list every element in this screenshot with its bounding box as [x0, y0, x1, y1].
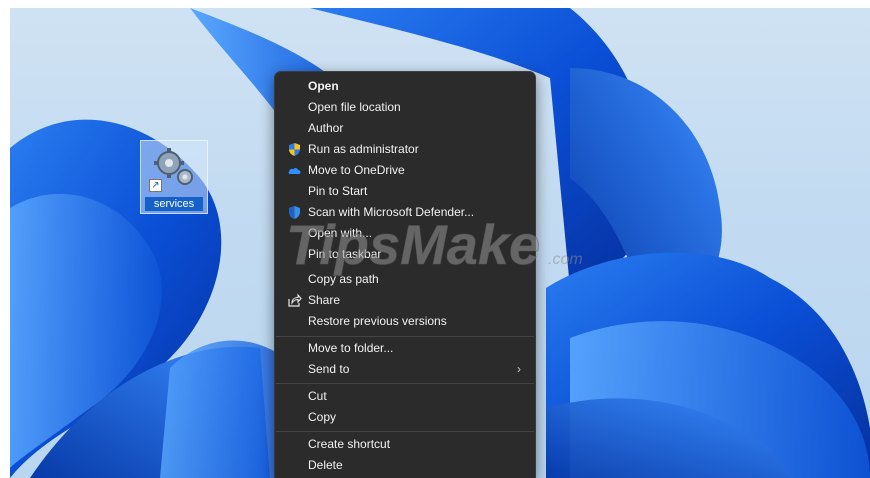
menu-item-open[interactable]: Open [281, 76, 531, 97]
menu-item-scan-with-defender[interactable]: Scan with Microsoft Defender... [281, 202, 531, 223]
menu-item-label: Copy as path [308, 272, 379, 286]
menu-item-label: Delete [308, 458, 343, 472]
context-menu: Open Open file location Author Run as ad… [274, 71, 536, 478]
menu-item-label: Pin to taskbar [308, 247, 382, 261]
menu-item-delete[interactable]: Delete [281, 455, 531, 476]
menu-item-label: Cut [308, 389, 327, 403]
menu-item-label: Open file location [308, 100, 401, 114]
chevron-right-icon: › [517, 362, 521, 376]
menu-item-label: Pin to Start [308, 184, 368, 198]
menu-item-label: Move to folder... [308, 341, 394, 355]
menu-item-label: Restore previous versions [308, 314, 447, 328]
menu-item-label: Open with... [308, 226, 373, 240]
menu-separator [276, 383, 534, 384]
menu-item-label: Open [308, 79, 339, 93]
menu-item-create-shortcut[interactable]: Create shortcut [281, 434, 531, 455]
menu-item-move-to-folder[interactable]: Move to folder... [281, 338, 531, 359]
menu-item-label: Run as administrator [308, 142, 419, 156]
menu-item-move-to-onedrive[interactable]: Move to OneDrive [281, 160, 531, 181]
menu-item-pin-to-start[interactable]: Pin to Start [281, 181, 531, 202]
menu-separator [276, 336, 534, 337]
menu-item-copy[interactable]: Copy [281, 407, 531, 428]
menu-item-cut[interactable]: Cut [281, 386, 531, 407]
menu-item-copy-as-path[interactable]: Copy as path [281, 269, 531, 290]
menu-item-label: Share [308, 293, 341, 307]
defender-shield-icon [289, 206, 300, 219]
desktop-icon-services[interactable]: ↗ services [140, 140, 208, 214]
menu-item-send-to[interactable]: Send to › [281, 359, 531, 380]
menu-item-label: Author [308, 121, 344, 135]
menu-item-label: Scan with Microsoft Defender... [308, 205, 475, 219]
menu-item-pin-to-taskbar[interactable]: Pin to taskbar [281, 244, 531, 265]
menu-item-restore-previous-versions[interactable]: Restore previous versions [281, 311, 531, 332]
share-icon [288, 293, 302, 307]
desktop-icon-label: services [145, 197, 203, 211]
menu-item-label: Send to [308, 362, 350, 376]
onedrive-cloud-icon [288, 168, 301, 174]
menu-item-open-file-location[interactable]: Open file location [281, 97, 531, 118]
menu-item-author[interactable]: Author [281, 118, 531, 139]
uac-shield-icon [289, 143, 300, 156]
menu-item-share[interactable]: Share [281, 290, 531, 311]
menu-item-label: Copy [308, 410, 337, 424]
menu-item-run-as-administrator[interactable]: Run as administrator [281, 139, 531, 160]
shortcut-arrow-icon: ↗ [149, 179, 162, 192]
menu-separator [276, 431, 534, 432]
menu-item-open-with[interactable]: Open with... [281, 223, 531, 244]
menu-item-label: Create shortcut [308, 437, 391, 451]
menu-item-label: Move to OneDrive [308, 163, 405, 177]
